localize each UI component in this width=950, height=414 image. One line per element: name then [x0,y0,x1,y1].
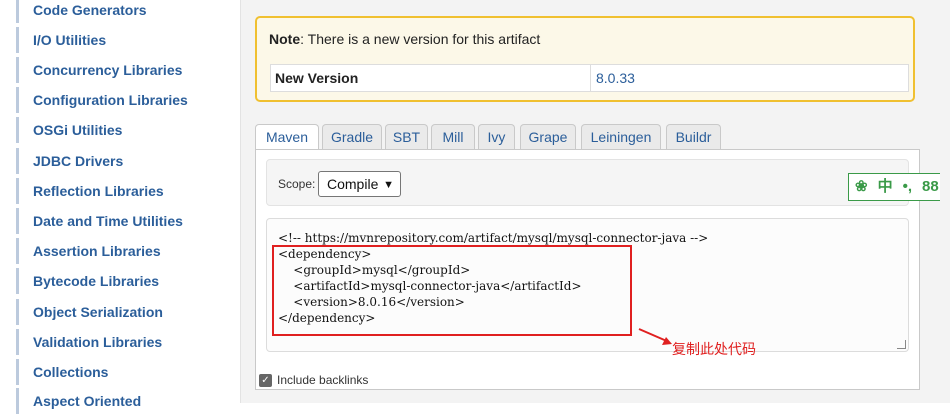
scope-bar: Scope: Compile ▼ [266,159,909,206]
scope-selected-value: Compile [327,176,379,192]
sidebar-item-assertion-libraries[interactable]: Assertion Libraries [16,238,240,264]
sidebar-strip [0,0,16,403]
include-backlinks-label: Include backlinks [277,373,369,387]
sidebar-item-concurrency-libraries[interactable]: Concurrency Libraries [16,57,240,83]
page-scrollbar[interactable] [940,0,950,403]
sidebar-item-osgi-utilities[interactable]: OSGi Utilities [16,117,240,143]
tab-buildr[interactable]: Buildr [666,124,721,149]
new-version-link[interactable]: 8.0.33 [591,65,908,91]
chevron-down-icon: ▼ [383,179,394,191]
ime-chinese-mode[interactable]: 中 [878,174,893,200]
sidebar-item-reflection-libraries[interactable]: Reflection Libraries [16,178,240,204]
sidebar: Code Generators I/O Utilities Concurrenc… [0,0,240,414]
scope-label: Scope: [278,177,316,191]
note-text: : There is a new version for this artifa… [300,31,541,47]
sidebar-item-io-utilities[interactable]: I/O Utilities [16,27,240,53]
note-message: Note: There is a new version for this ar… [269,31,540,47]
new-version-table: New Version 8.0.33 [270,64,909,92]
checkbox-checked-icon[interactable]: ✓ [259,374,272,388]
sidebar-item-object-serialization[interactable]: Object Serialization [16,299,240,325]
sidebar-item-code-generators[interactable]: Code Generators [16,0,240,23]
tab-sbt[interactable]: SBT [385,124,428,149]
tab-leiningen[interactable]: Leiningen [581,124,661,149]
copy-annotation: 复制此处代码 [672,342,756,358]
resize-handle-icon[interactable] [897,340,906,349]
ime-grid-icon[interactable]: 88 [922,174,939,200]
scope-select[interactable]: Compile ▼ [318,171,401,197]
ime-punctuation-mode[interactable]: •, [903,174,912,200]
tab-maven[interactable]: Maven [255,124,319,150]
sidebar-item-bytecode-libraries[interactable]: Bytecode Libraries [16,268,240,294]
paw-icon[interactable]: ❀ [855,174,868,200]
sidebar-item-collections[interactable]: Collections [16,359,240,385]
tab-gradle[interactable]: Gradle [322,124,382,149]
new-version-label: New Version [271,65,591,91]
sidebar-item-configuration-libraries[interactable]: Configuration Libraries [16,87,240,113]
sidebar-item-date-time-utilities[interactable]: Date and Time Utilities [16,208,240,234]
sidebar-item-validation-libraries[interactable]: Validation Libraries [16,329,240,355]
version-note: Note: There is a new version for this ar… [255,16,915,102]
tab-grape[interactable]: Grape [520,124,576,149]
sidebar-item-jdbc-drivers[interactable]: JDBC Drivers [16,148,240,174]
include-backlinks[interactable]: ✓ Include backlinks [259,373,369,388]
sidebar-item-aspect-oriented[interactable]: Aspect Oriented [16,388,240,414]
tab-ivy[interactable]: Ivy [478,124,515,149]
tab-mill[interactable]: Mill [431,124,475,149]
arrow-icon [638,328,672,345]
ime-toolbar[interactable]: ❀ 中 •, 88 [848,173,950,201]
note-prefix: Note [269,31,301,47]
highlight-box [272,245,632,336]
